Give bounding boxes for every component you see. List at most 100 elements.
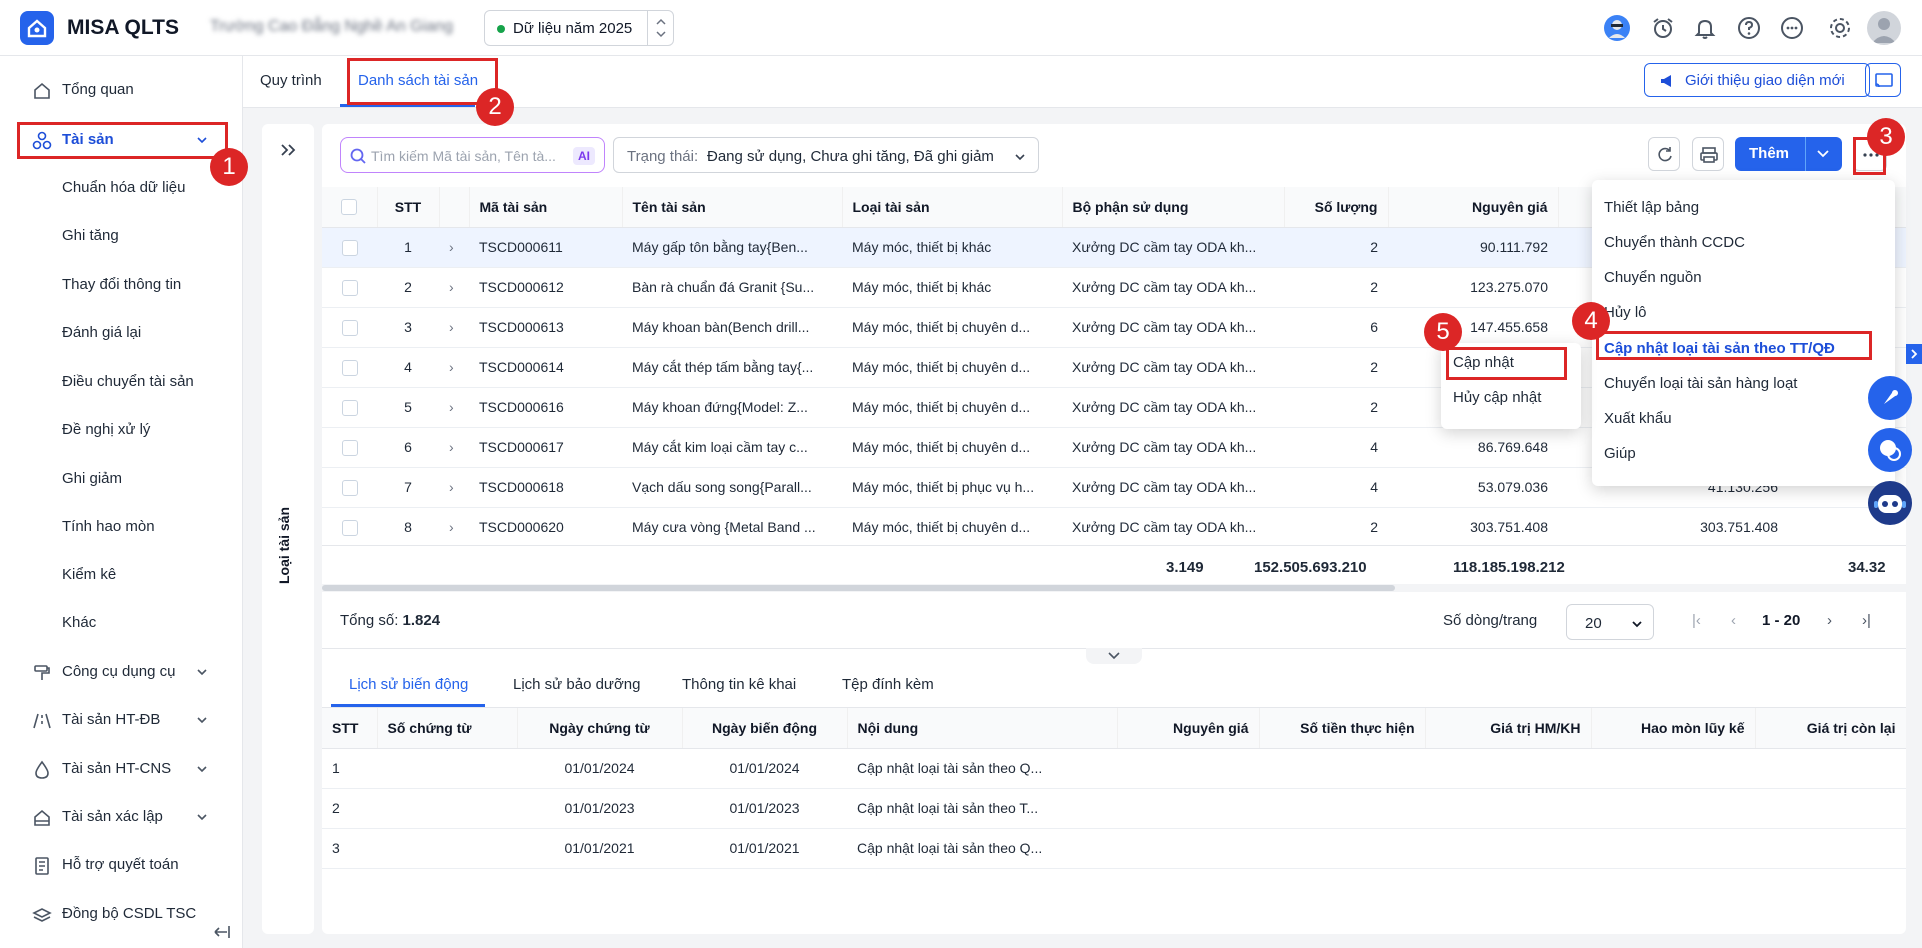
expand-cell[interactable]: ›	[439, 307, 469, 348]
column-header-code[interactable]: Mã tài sản	[469, 187, 623, 228]
tab-declaration-info[interactable]: Thông tin kê khai	[682, 676, 796, 693]
column-header-stt[interactable]: STT	[322, 708, 378, 749]
expand-row-icon[interactable]: ›	[449, 359, 454, 375]
row-checkbox[interactable]	[341, 399, 358, 416]
column-header-accumulated-depreciation[interactable]: Hao mòn lũy kế	[1591, 708, 1756, 749]
sidebar-item-increase[interactable]: Ghi tăng	[0, 216, 243, 256]
user-avatar[interactable]	[1867, 11, 1901, 45]
expand-cell[interactable]: ›	[439, 347, 469, 388]
chat-floating-button[interactable]	[1868, 428, 1912, 472]
column-header-original-price[interactable]: Nguyên giá	[1117, 708, 1260, 749]
user-assistant-icon[interactable]	[1603, 14, 1631, 42]
status-filter-dropdown[interactable]: Trạng thái: Đang sử dụng, Chưa ghi tăng,…	[613, 137, 1039, 173]
sidebar-item-established-assets[interactable]: Tài sản xác lập	[0, 797, 243, 837]
year-selector[interactable]: Dữ liệu năm 2025	[484, 10, 674, 46]
sidebar-item-settlement-support[interactable]: Hỗ trợ quyết toán	[0, 845, 243, 885]
expand-row-icon[interactable]: ›	[449, 279, 454, 295]
column-header-doc-date[interactable]: Ngày chứng từ	[517, 708, 683, 749]
expand-cell[interactable]: ›	[439, 467, 469, 508]
collapse-sidebar-icon[interactable]	[205, 920, 235, 944]
expand-row-icon[interactable]: ›	[449, 399, 454, 415]
tab-change-history[interactable]: Lịch sử biến động	[349, 676, 468, 693]
cast-screen-button[interactable]	[1865, 63, 1901, 97]
history-row[interactable]: 1 01/01/2024 01/01/2024 Cập nhật loại tài s…	[322, 748, 1906, 789]
first-page-icon[interactable]: |‹	[1692, 612, 1701, 629]
sidebar-item-depreciation[interactable]: Tính hao mòn	[0, 507, 243, 547]
column-header-remaining-value[interactable]: Giá trị còn lại	[1755, 708, 1906, 749]
row-checkbox[interactable]	[341, 319, 358, 336]
row-checkbox-cell[interactable]	[322, 267, 377, 308]
expand-row-icon[interactable]: ›	[449, 439, 454, 455]
menu-item-convert-to-tools[interactable]: Chuyển thành CCDC	[1604, 234, 1745, 251]
menu-item-help[interactable]: Giúp	[1604, 445, 1636, 462]
expand-cell[interactable]: ›	[439, 507, 469, 548]
expand-cell[interactable]: ›	[439, 267, 469, 308]
row-checkbox[interactable]	[341, 479, 358, 496]
chevron-down-icon[interactable]	[1816, 148, 1830, 160]
column-header-department[interactable]: Bộ phận sử dụng	[1062, 187, 1285, 228]
submenu-item-cancel-update[interactable]: Hủy cập nhật	[1453, 389, 1541, 406]
sidebar-item-tools[interactable]: Công cụ dụng cụ	[0, 652, 243, 692]
history-row[interactable]: 2 01/01/2023 01/01/2023 Cập nhật loại tài s…	[322, 788, 1906, 829]
column-header-stt[interactable]: STT	[377, 187, 440, 228]
scrollbar-thumb[interactable]	[322, 585, 1395, 591]
row-checkbox-cell[interactable]	[322, 387, 377, 428]
row-checkbox-cell[interactable]	[322, 307, 377, 348]
expand-cell[interactable]: ›	[439, 427, 469, 468]
tab-maintenance-history[interactable]: Lịch sử bảo dưỡng	[513, 676, 641, 693]
sidebar-item-inventory-check[interactable]: Kiểm kê	[0, 555, 243, 595]
expand-row-icon[interactable]: ›	[449, 239, 454, 255]
tab-attachments[interactable]: Tệp đính kèm	[842, 676, 934, 693]
sidebar-item-disposal-request[interactable]: Đề nghị xử lý	[0, 410, 243, 450]
sidebar-item-special-infrastructure[interactable]: Tài sản HT-ĐB	[0, 700, 243, 740]
column-header-depreciation-value[interactable]: Giá trị HM/KH	[1425, 708, 1592, 749]
expand-cell[interactable]: ›	[439, 387, 469, 428]
app-logo-icon[interactable]	[20, 11, 54, 45]
menu-item-bulk-change-type[interactable]: Chuyển loại tài sản hàng loạt	[1604, 375, 1797, 392]
menu-item-export[interactable]: Xuất khẩu	[1604, 410, 1672, 427]
select-all-cell[interactable]	[322, 187, 378, 228]
previous-page-icon[interactable]: ‹	[1731, 612, 1736, 629]
alarm-clock-icon[interactable]	[1649, 14, 1677, 42]
sidebar-item-transfer[interactable]: Điều chuyển tài sản	[0, 362, 243, 402]
sidebar-item-decrease[interactable]: Ghi giảm	[0, 459, 243, 499]
menu-item-cancel-batch[interactable]: Hủy lô	[1604, 304, 1647, 321]
sidebar-item-revaluation[interactable]: Đánh giá lại	[0, 313, 243, 353]
sidebar-item-other[interactable]: Khác	[0, 603, 243, 643]
menu-item-change-source[interactable]: Chuyển nguồn	[1604, 269, 1702, 286]
expand-panel-icon[interactable]	[278, 142, 298, 158]
ai-badge[interactable]: AI	[573, 147, 595, 165]
column-header-change-date[interactable]: Ngày biến động	[682, 708, 848, 749]
column-header-content[interactable]: Nội dung	[847, 708, 1118, 749]
search-input[interactable]: Tìm kiếm Mã tài sản, Tên tà... AI	[340, 137, 605, 173]
expand-row-icon[interactable]: ›	[449, 319, 454, 335]
row-checkbox[interactable]	[341, 279, 358, 296]
sidebar-item-normalize-data[interactable]: Chuẩn hóa dữ liệu	[0, 168, 243, 208]
new-interface-intro-button[interactable]: Giới thiệu giao diện mới	[1644, 63, 1870, 97]
sidebar-item-water-infrastructure[interactable]: Tài sản HT-CNS	[0, 749, 243, 789]
column-header-type[interactable]: Loại tài sản	[842, 187, 1063, 228]
refresh-button[interactable]	[1648, 137, 1680, 171]
settings-gear-icon[interactable]	[1826, 14, 1854, 42]
year-spinner[interactable]	[647, 11, 673, 45]
column-header-name[interactable]: Tên tài sản	[622, 187, 843, 228]
next-page-icon[interactable]: ›	[1827, 612, 1832, 629]
row-checkbox[interactable]	[341, 439, 358, 456]
sidebar-item-change-info[interactable]: Thay đổi thông tin	[0, 265, 243, 305]
ai-assistant-robot-button[interactable]	[1868, 481, 1912, 525]
bell-icon[interactable]	[1691, 14, 1719, 42]
menu-item-table-settings[interactable]: Thiết lập bảng	[1604, 199, 1699, 216]
expand-row-icon[interactable]: ›	[449, 519, 454, 535]
support-floating-button[interactable]	[1868, 376, 1912, 420]
column-header-doc-number[interactable]: Số chứng từ	[377, 708, 518, 749]
column-header-quantity[interactable]: Số lượng	[1284, 187, 1389, 228]
panel-splitter[interactable]	[1086, 648, 1142, 664]
column-header-amount[interactable]: Số tiền thực hiện	[1259, 708, 1426, 749]
row-checkbox[interactable]	[341, 239, 358, 256]
horizontal-scrollbar[interactable]	[322, 584, 1906, 592]
row-checkbox-cell[interactable]	[322, 227, 377, 268]
sidebar-item-overview[interactable]: Tổng quan	[0, 70, 243, 110]
row-checkbox[interactable]	[341, 519, 358, 536]
row-checkbox-cell[interactable]	[322, 507, 377, 548]
asset-category-panel[interactable]: Loại tài sản	[262, 124, 314, 934]
